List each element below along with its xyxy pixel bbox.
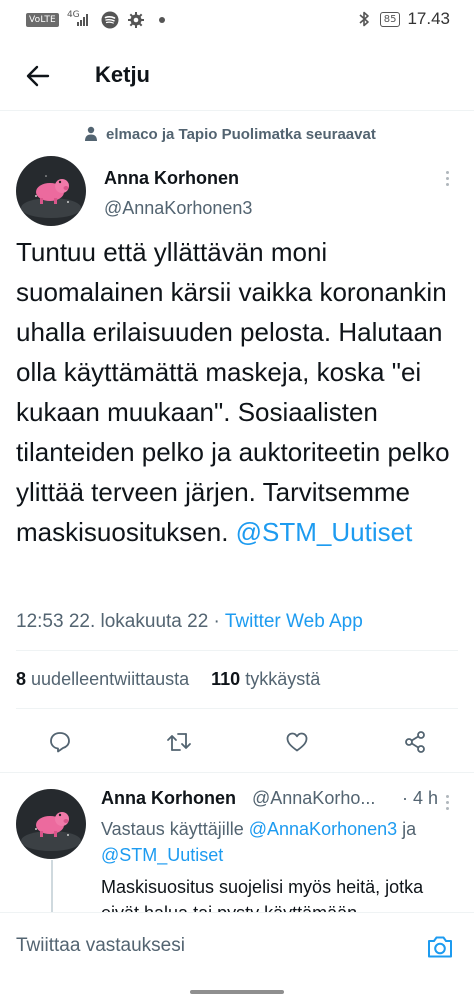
comment-icon (50, 732, 70, 753)
tweet-stats: 8 uudelleentwiittausta 110 tykkäystä (16, 669, 320, 690)
tweet-body: Tuntuu että yllättävän moni suomalainen … (16, 237, 450, 547)
gear-icon (127, 11, 145, 29)
reply-composer[interactable]: Twiittaa vastauksesi (0, 912, 474, 983)
social-context-text: elmaco ja Tapio Puolimatka seuraavat (106, 125, 376, 143)
replying-mention-1[interactable]: @AnnaKorhonen3 (249, 819, 397, 839)
spotify-icon (101, 11, 119, 29)
tweet-author-handle[interactable]: @AnnaKorhonen3 (104, 198, 252, 219)
tweet-timestamp[interactable]: 12:53 22. lokakuuta 22 (16, 611, 208, 632)
header-divider (0, 110, 474, 111)
reply-more-options-button[interactable] (441, 790, 453, 814)
tweet-meta: 12:53 22. lokakuuta 22 · Twitter Web App (16, 611, 363, 633)
more-icon (445, 170, 449, 174)
like-button[interactable] (281, 726, 313, 758)
retweets-stat[interactable]: 8 uudelleentwiittausta (16, 669, 189, 690)
share-icon (405, 731, 425, 753)
person-icon (85, 126, 97, 141)
social-context[interactable]: elmaco ja Tapio Puolimatka seuraavat (84, 124, 464, 144)
battery-indicator: 85 (379, 11, 401, 27)
arrow-left-icon (26, 65, 50, 87)
meta-divider (16, 650, 458, 651)
reply-text: Maskisuositus suojelisi myös heitä, jotk… (101, 877, 424, 914)
retweet-icon (167, 733, 191, 751)
reply-author-handle[interactable]: @AnnaKorho... (252, 788, 375, 809)
status-bar: VoLTE 4G 85 17.43 (0, 0, 474, 38)
actions-divider (0, 772, 474, 773)
reply-button[interactable] (44, 726, 76, 758)
meta-separator: · (213, 611, 220, 632)
camera-icon (428, 936, 452, 958)
tweet-text: Tuntuu että yllättävän moni suomalainen … (16, 232, 462, 552)
mention-link[interactable]: @STM_Uutiset (236, 517, 413, 547)
network-signal-icon: 4G (67, 10, 93, 27)
home-indicator (190, 990, 284, 994)
reply-avatar[interactable] (16, 789, 86, 859)
more-options-button[interactable] (441, 166, 453, 190)
more-icon (445, 794, 449, 798)
dot-icon (153, 11, 171, 29)
tweet-actions (0, 726, 474, 758)
share-button[interactable] (399, 726, 431, 758)
retweet-button[interactable] (163, 726, 195, 758)
likes-stat[interactable]: 110 tykkäystä (211, 669, 320, 690)
page-title: Ketju (95, 62, 150, 87)
thread-line (51, 860, 53, 920)
reply-author-name[interactable]: Anna Korhonen (101, 788, 236, 809)
stats-divider (16, 708, 458, 709)
heart-icon (286, 732, 308, 752)
camera-button[interactable] (424, 931, 456, 963)
back-button[interactable] (22, 60, 54, 92)
volte-indicator: VoLTE (26, 13, 59, 27)
clock: 17.43 (407, 9, 450, 28)
replying-to: Vastaus käyttäjille @AnnaKorhonen3 ja @S… (101, 819, 417, 865)
replying-mention-2[interactable]: @STM_Uutiset (101, 845, 223, 865)
app-header: Ketju (0, 48, 474, 106)
reply-time: · 4 h (402, 788, 439, 808)
avatar[interactable] (16, 156, 86, 226)
tweet-author-name[interactable]: Anna Korhonen (104, 168, 239, 189)
reply-input[interactable]: Twiittaa vastauksesi (16, 935, 185, 957)
tweet-source-link[interactable]: Twitter Web App (225, 611, 363, 632)
bluetooth-icon (355, 10, 373, 28)
